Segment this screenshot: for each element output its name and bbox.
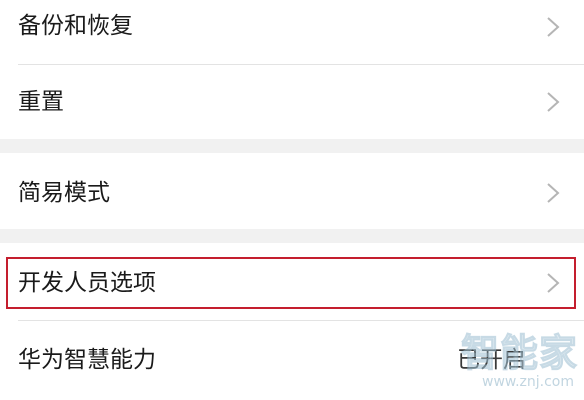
settings-item-reset[interactable]: 重置 <box>0 65 584 139</box>
section-gap <box>0 229 584 243</box>
settings-item-label: 华为智慧能力 <box>18 347 156 373</box>
settings-item-label: 备份和恢复 <box>18 13 133 39</box>
chevron-right-icon <box>546 91 560 113</box>
settings-list: 备份和恢复 重置 简易模式 开发人员选项 华为智慧能力 已开启 智能家 www.… <box>0 0 584 400</box>
chevron-right-icon <box>546 272 560 294</box>
chevron-right-icon <box>546 182 560 204</box>
chevron-right-icon <box>546 16 560 38</box>
section-gap <box>0 139 584 153</box>
status-text: 已开启 <box>457 347 526 373</box>
settings-item-simple-mode[interactable]: 简易模式 <box>0 153 584 229</box>
settings-item-label: 简易模式 <box>18 180 110 206</box>
settings-item-developer-options[interactable]: 开发人员选项 <box>0 243 584 320</box>
settings-item-backup-restore[interactable]: 备份和恢复 <box>0 0 584 64</box>
settings-item-label: 重置 <box>18 89 64 115</box>
settings-item-label: 开发人员选项 <box>18 270 156 296</box>
